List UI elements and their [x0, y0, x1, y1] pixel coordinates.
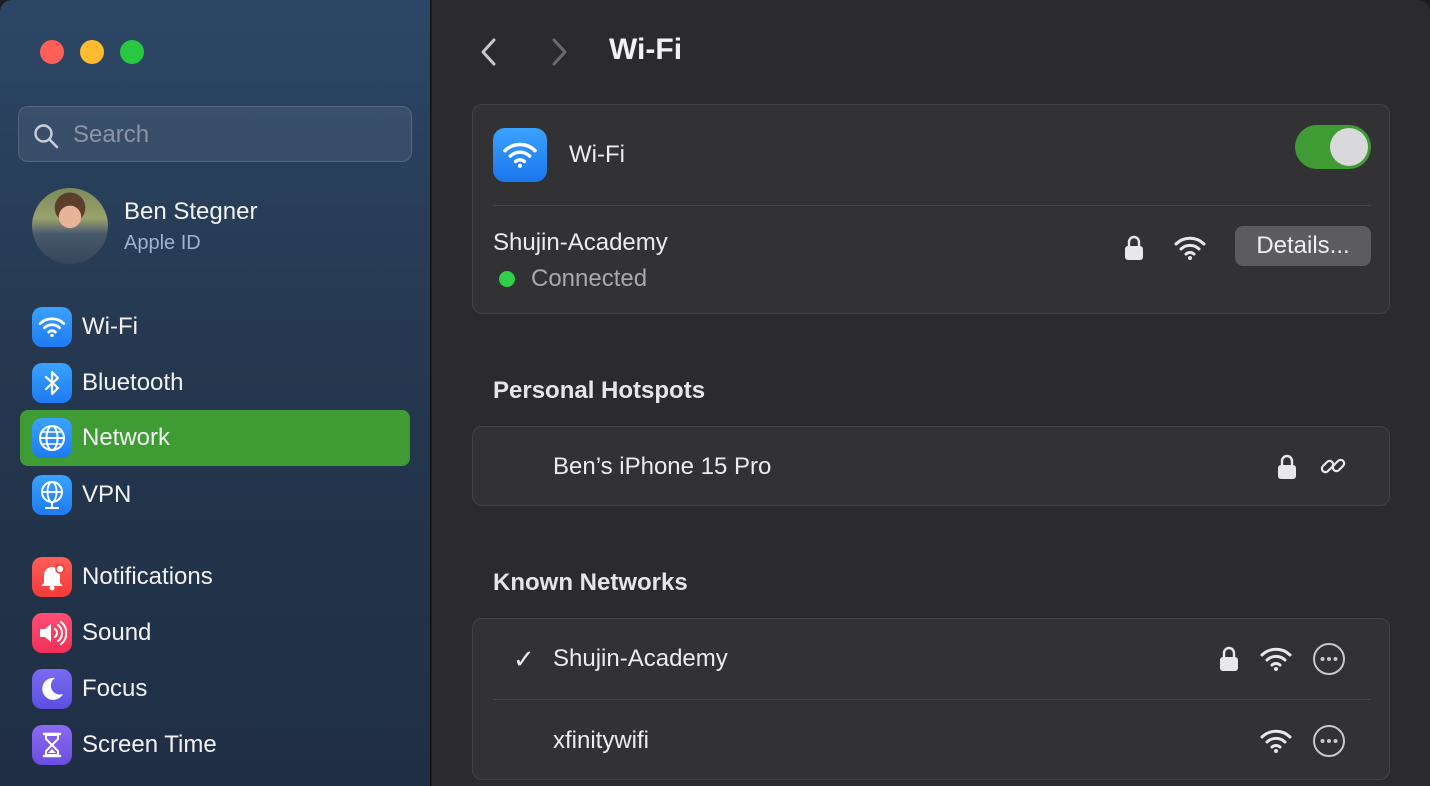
sidebar-item-network[interactable]: Network — [20, 410, 410, 466]
search-icon — [34, 124, 59, 149]
sidebar-item-label: Network — [82, 424, 171, 451]
link-icon — [1320, 458, 1346, 474]
search-input[interactable] — [73, 117, 393, 153]
sidebar-item-bluetooth[interactable]: Bluetooth — [20, 355, 410, 411]
details-button[interactable]: Details... — [1235, 226, 1371, 266]
toggle-knob — [1330, 128, 1368, 166]
hourglass-icon — [32, 725, 72, 765]
hotspot-name: Ben’s iPhone 15 Pro — [553, 453, 772, 480]
minimize-window-button[interactable] — [80, 40, 104, 64]
connection-status: Connected — [531, 265, 648, 292]
sidebar-item-label: VPN — [82, 481, 132, 508]
wifi-icon — [32, 307, 72, 347]
speaker-icon — [32, 613, 72, 653]
forward-button[interactable] — [544, 34, 574, 70]
vpn-globe-icon — [32, 475, 72, 515]
sidebar-item-wifi[interactable]: Wi-Fi — [20, 299, 410, 355]
search-field[interactable] — [18, 106, 412, 162]
wifi-signal-icon — [1260, 729, 1292, 753]
close-window-button[interactable] — [40, 40, 64, 64]
sidebar-item-label: Screen Time — [82, 731, 217, 758]
checkmark-icon: ✓ — [513, 644, 535, 674]
bluetooth-icon — [32, 363, 72, 403]
more-options-icon[interactable] — [1312, 642, 1346, 676]
globe-icon — [32, 418, 72, 458]
sidebar-item-focus[interactable]: Focus — [20, 661, 410, 717]
connected-status-dot — [499, 271, 515, 287]
lock-icon — [1278, 454, 1296, 479]
avatar — [32, 188, 108, 264]
wifi-signal-icon — [1174, 236, 1206, 260]
sidebar-item-label: Bluetooth — [82, 369, 184, 396]
current-network-name: Shujin-Academy — [493, 229, 668, 256]
sidebar-item-label: Sound — [82, 619, 152, 646]
wifi-signal-icon — [1260, 647, 1292, 671]
wifi-card: Wi-Fi Shujin-Academy Connected Details..… — [472, 104, 1390, 314]
window-controls — [40, 40, 144, 64]
sidebar: Ben Stegner Apple ID Wi-Fi Bluetooth Net… — [0, 0, 431, 786]
personal-hotspots-card: Ben’s iPhone 15 Pro — [472, 426, 1390, 506]
known-network-name: Shujin-Academy — [553, 645, 728, 672]
wifi-label: Wi-Fi — [569, 141, 625, 168]
section-title-personal-hotspots: Personal Hotspots — [493, 377, 706, 404]
wifi-toggle[interactable] — [1295, 125, 1371, 169]
divider — [493, 205, 1371, 206]
bell-icon — [32, 557, 72, 597]
sidebar-item-sound[interactable]: Sound — [20, 605, 410, 661]
sidebar-item-label: Notifications — [82, 563, 213, 590]
sidebar-item-label: Focus — [82, 675, 148, 702]
sidebar-item-label: Wi-Fi — [82, 313, 138, 340]
page-title: Wi-Fi — [609, 33, 683, 66]
system-settings-window: Ben Stegner Apple ID Wi-Fi Bluetooth Net… — [0, 0, 1430, 786]
known-network-row[interactable]: xfinitywifi — [473, 700, 1389, 780]
known-networks-card: ✓ Shujin-Academy xfinitywifi — [472, 618, 1390, 780]
known-network-name: xfinitywifi — [553, 727, 650, 754]
more-options-icon[interactable] — [1312, 724, 1346, 758]
moon-icon — [32, 669, 72, 709]
sidebar-item-vpn[interactable]: VPN — [20, 467, 410, 523]
apple-id-profile[interactable]: Ben Stegner Apple ID — [32, 188, 412, 264]
sidebar-item-notifications[interactable]: Notifications — [20, 549, 410, 605]
zoom-window-button[interactable] — [120, 40, 144, 64]
sidebar-item-screen-time[interactable]: Screen Time — [20, 717, 410, 773]
profile-subtitle: Apple ID — [124, 232, 201, 254]
lock-icon — [1220, 646, 1238, 671]
main-pane: Wi-Fi Wi-Fi Shujin-Academy Connected Det… — [432, 0, 1430, 786]
profile-name: Ben Stegner — [124, 198, 258, 225]
back-button[interactable] — [474, 34, 504, 70]
known-network-row[interactable]: ✓ Shujin-Academy — [473, 619, 1389, 699]
hotspot-row[interactable]: Ben’s iPhone 15 Pro — [473, 427, 1389, 505]
wifi-icon — [493, 128, 547, 182]
section-title-known-networks: Known Networks — [493, 569, 688, 596]
lock-icon — [1125, 235, 1143, 260]
